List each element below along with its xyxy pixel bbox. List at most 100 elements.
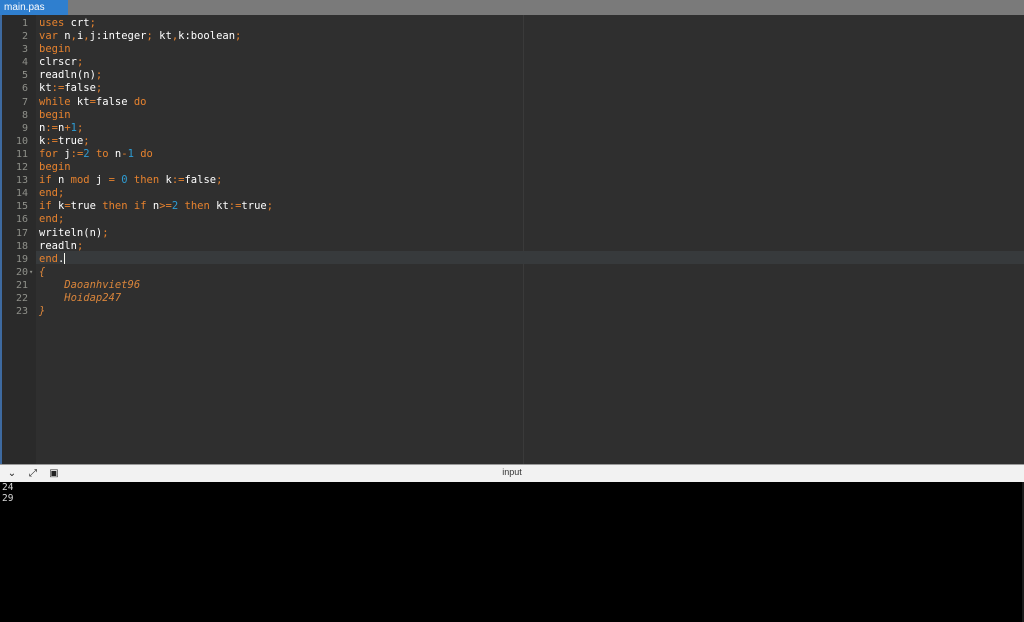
code-token: ;: [235, 30, 242, 43]
code-token: readln(n): [39, 69, 96, 82]
code-text: readln(n);: [39, 69, 102, 82]
code-line: 7 while kt=false do: [0, 96, 1024, 109]
code-token: var: [39, 30, 58, 43]
line-number: 20: [15, 266, 28, 278]
line-number: 7: [21, 96, 28, 108]
code-token: true: [70, 200, 103, 213]
tab-bar: main.pas: [0, 0, 1024, 15]
code-token: ;: [76, 239, 84, 252]
code-lines: 1 uses crt; 2 var n,i,j:integer; kt,k:boole…: [0, 17, 1024, 318]
code-token: while: [39, 95, 71, 108]
code-token: :=: [228, 200, 242, 213]
code-token: if: [39, 200, 52, 213]
code-token: ;: [216, 174, 223, 187]
console-line: 24: [2, 482, 14, 493]
code-token: begin: [39, 43, 71, 56]
line-number: 15: [15, 201, 28, 213]
code-token: j: [89, 174, 109, 187]
line-number: 19: [15, 253, 28, 265]
code-text: Hoidap247: [39, 292, 121, 305]
code-token: :=: [51, 82, 65, 95]
line-number: 22: [15, 292, 28, 304]
line-number: 3: [21, 44, 28, 56]
code-line: 18 readln;: [0, 240, 1024, 253]
code-token: end: [39, 252, 58, 265]
line-number: 12: [15, 162, 28, 174]
code-text: clrscr;: [39, 56, 83, 69]
line-number: 21: [15, 279, 28, 291]
code-token: kt: [70, 95, 90, 108]
code-token: k: [159, 174, 172, 187]
code-line: 8 begin: [0, 109, 1024, 122]
code-token: true: [241, 200, 267, 213]
line-number: 5: [21, 70, 28, 82]
code-token: crt: [64, 17, 90, 29]
code-token: j: [57, 147, 71, 160]
code-text: end;: [39, 213, 64, 226]
code-token: >=: [159, 200, 172, 213]
code-token: kt: [39, 82, 52, 95]
line-number: 13: [15, 175, 28, 187]
code-token: kt: [209, 200, 229, 213]
code-token: ;: [76, 56, 84, 69]
code-text: begin: [39, 109, 71, 122]
code-line: 21 Daoanhviet96: [0, 279, 1024, 292]
code-token: j:integer: [89, 30, 147, 43]
code-token: readln: [39, 239, 77, 252]
code-token: do: [133, 95, 147, 108]
code-token: if: [133, 200, 147, 213]
code-editor[interactable]: 1 uses crt; 2 var n,i,j:integer; kt,k:boole…: [0, 15, 1024, 464]
code-line: 22 Hoidap247: [0, 292, 1024, 305]
code-token: ;: [266, 200, 274, 213]
code-token: n: [146, 200, 160, 213]
tab-main-pas[interactable]: main.pas: [0, 0, 68, 15]
code-token: :=: [45, 121, 58, 134]
code-text: if k=true then if n>=2 then kt:=true;: [39, 200, 273, 213]
code-line: 20 ▾ {: [0, 266, 1024, 279]
code-token: ;: [76, 121, 84, 134]
code-line: 6 kt:=false;: [0, 82, 1024, 95]
code-token: begin: [39, 108, 71, 121]
code-line: 13 if n mod j = 0 then k:=false;: [0, 174, 1024, 187]
code-line: 1 uses crt;: [0, 17, 1024, 30]
code-text: readln;: [39, 240, 83, 253]
line-number: 2: [21, 31, 28, 43]
code-line: 19 end.: [0, 253, 1024, 266]
code-line: 14 end;: [0, 187, 1024, 200]
code-token: then: [133, 174, 160, 187]
code-text: while kt=false do: [39, 96, 147, 109]
code-line: 10 k:=true;: [0, 135, 1024, 148]
code-text: if n mod j = 0 then k:=false;: [39, 174, 222, 187]
line-number: 17: [15, 227, 28, 239]
code-text: {: [39, 266, 45, 279]
code-text: for j:=2 to n-1 do: [39, 148, 153, 161]
console-output[interactable]: 24 29: [0, 482, 1024, 622]
code-text: uses crt;: [39, 17, 96, 30]
code-token: false: [95, 95, 134, 108]
code-token: k:boolean: [178, 30, 236, 43]
code-token: end: [39, 213, 58, 226]
code-text: begin: [39, 43, 71, 56]
code-token: ;: [83, 134, 90, 147]
code-line: 2 var n,i,j:integer; kt,k:boolean;: [0, 30, 1024, 43]
code-token: ;: [57, 187, 65, 200]
code-text: n:=n+1;: [39, 122, 83, 135]
text-cursor: [64, 253, 66, 265]
code-token: Hoidap247: [39, 291, 122, 304]
code-token: n: [57, 30, 71, 43]
fold-toggle-icon[interactable]: ▾: [29, 266, 33, 279]
code-token: kt: [152, 30, 172, 43]
line-number: 16: [15, 214, 28, 226]
line-number: 8: [21, 109, 28, 121]
code-text: var n,i,j:integer; kt,k:boolean;: [39, 30, 241, 43]
line-number: 18: [15, 240, 28, 252]
code-line: 9 n:=n+1;: [0, 122, 1024, 135]
code-text: kt:=false;: [39, 82, 102, 95]
line-number: 11: [15, 148, 28, 160]
code-token: for: [39, 147, 58, 160]
code-token: k: [51, 200, 65, 213]
code-token: if: [39, 174, 52, 187]
code-token: :=: [70, 147, 84, 160]
line-number: 9: [21, 122, 28, 134]
code-token: end: [39, 187, 58, 200]
